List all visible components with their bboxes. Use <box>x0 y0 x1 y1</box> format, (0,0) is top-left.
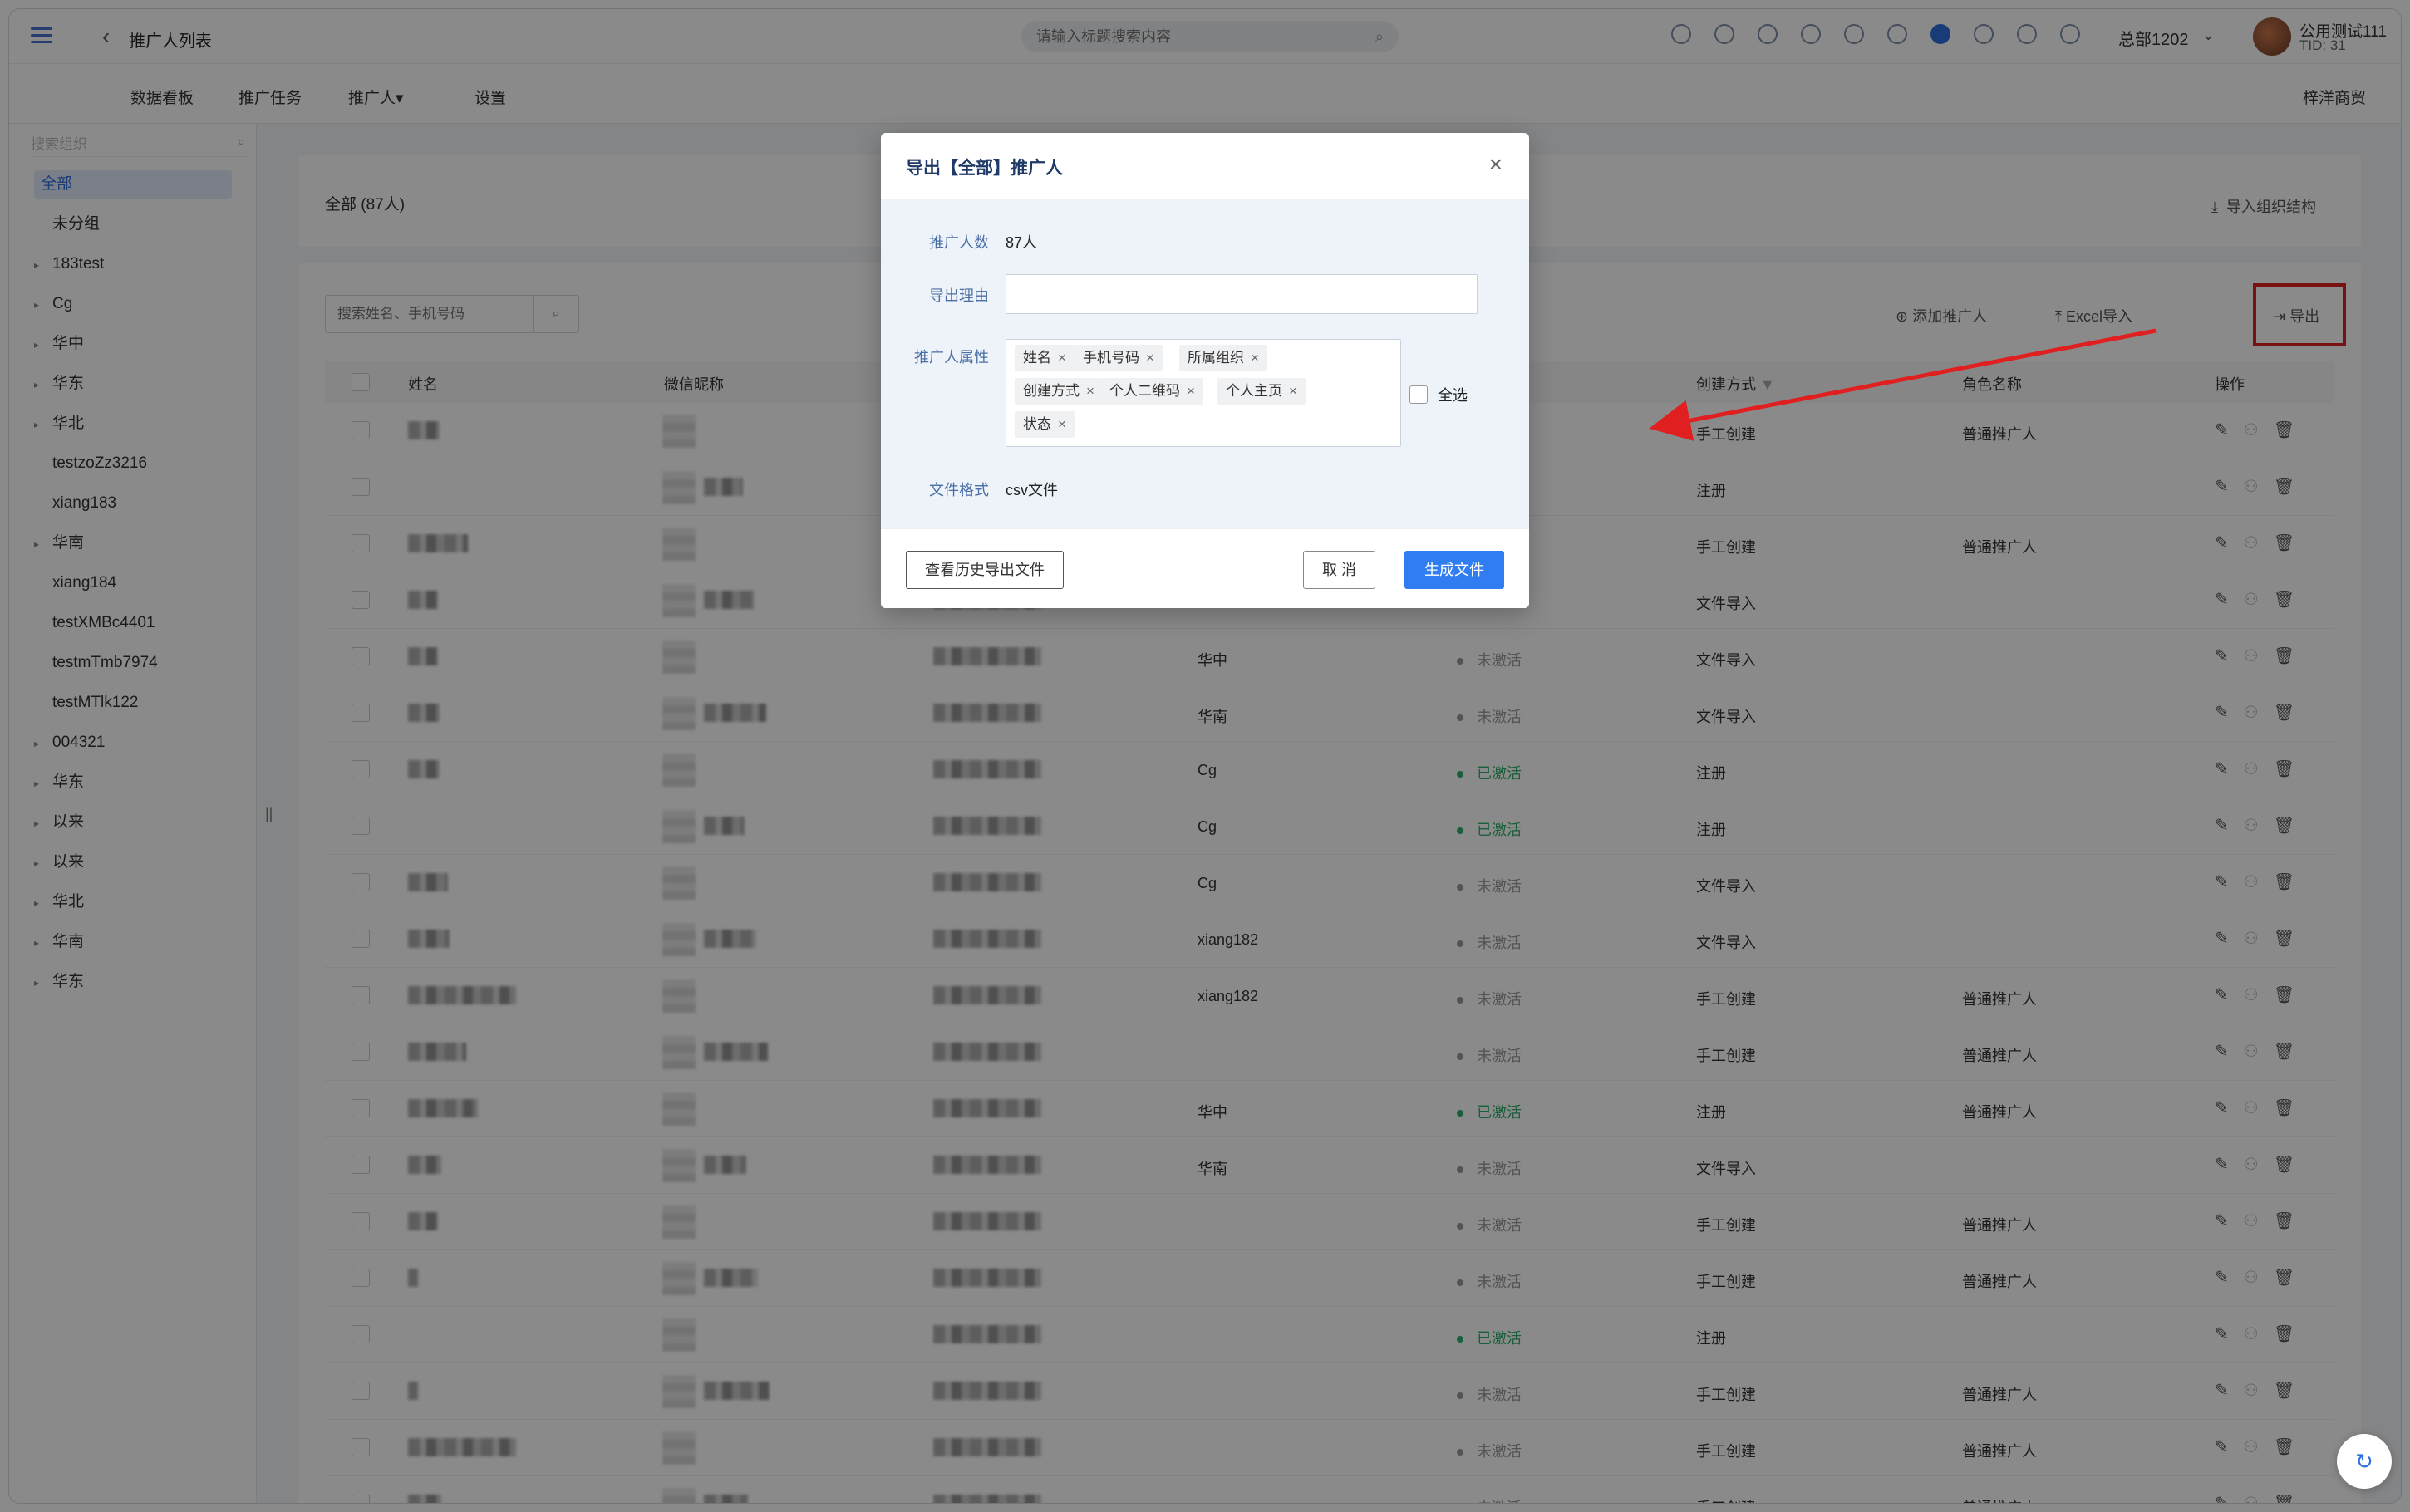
remove-tag-icon[interactable]: × <box>1251 350 1259 366</box>
modal-body: 推广人数 87人 导出理由 推广人属性 姓名 × 手机号码 × 所属组织 × 创建方式 × 个人… <box>881 199 1529 528</box>
cancel-button[interactable]: 取 消 <box>1303 551 1376 589</box>
count-value: 87人 <box>1006 234 1038 251</box>
remove-tag-icon[interactable]: × <box>1058 350 1066 366</box>
remove-tag-icon[interactable]: × <box>1289 383 1297 399</box>
select-all-label: 全选 <box>1438 387 1468 404</box>
remove-tag-icon[interactable]: × <box>1058 416 1066 432</box>
attr-tag-label: 状态 <box>1023 416 1051 432</box>
select-all-checkbox[interactable] <box>1409 385 1428 404</box>
select-all-option[interactable]: 全选 <box>1409 384 1468 405</box>
format-value: csv文件 <box>1006 482 1058 498</box>
export-modal: 导出【全部】推广人 × 推广人数 87人 导出理由 推广人属性 姓名 × 手机号码 ×… <box>881 133 1529 608</box>
attr-tag-label: 创建方式 <box>1023 383 1080 399</box>
attr-tag: 个人二维码 × <box>1101 378 1203 405</box>
generate-file-button[interactable]: 生成文件 <box>1404 551 1504 589</box>
attr-tag: 手机号码 × <box>1075 345 1163 371</box>
attr-tag: 创建方式 × <box>1015 378 1103 405</box>
count-label: 推广人数 <box>929 234 989 251</box>
attrs-multiselect[interactable]: 姓名 × 手机号码 × 所属组织 × 创建方式 × 个人二维码 × 个人主页 × 状态 × <box>1006 339 1401 447</box>
history-button[interactable]: 查看历史导出文件 <box>906 551 1064 589</box>
attr-tag-label: 所属组织 <box>1188 350 1244 366</box>
attrs-label: 推广人属性 <box>914 349 989 366</box>
format-label: 文件格式 <box>929 482 989 498</box>
remove-tag-icon[interactable]: × <box>1187 383 1195 399</box>
reason-label: 导出理由 <box>929 287 989 304</box>
modal-footer: 查看历史导出文件 取 消 生成文件 <box>881 528 1529 608</box>
attr-tag: 个人主页 × <box>1217 378 1306 405</box>
close-icon[interactable]: × <box>1489 151 1503 178</box>
support-icon[interactable]: ↻ <box>2337 1434 2392 1489</box>
attr-tag: 姓名 × <box>1015 345 1075 371</box>
modal-title: 导出【全部】推广人 <box>906 159 1063 178</box>
attr-tag: 状态 × <box>1015 411 1075 438</box>
attr-tag-label: 手机号码 <box>1083 350 1139 366</box>
attr-tag-label: 姓名 <box>1023 350 1051 366</box>
attr-tag-label: 个人主页 <box>1226 383 1282 399</box>
remove-tag-icon[interactable]: × <box>1146 350 1154 366</box>
modal-header: 导出【全部】推广人 × <box>881 133 1529 199</box>
attr-tag: 所属组织 × <box>1179 345 1267 371</box>
attr-tag-label: 个人二维码 <box>1109 383 1180 399</box>
reason-input[interactable] <box>1006 274 1478 314</box>
remove-tag-icon[interactable]: × <box>1086 383 1094 399</box>
